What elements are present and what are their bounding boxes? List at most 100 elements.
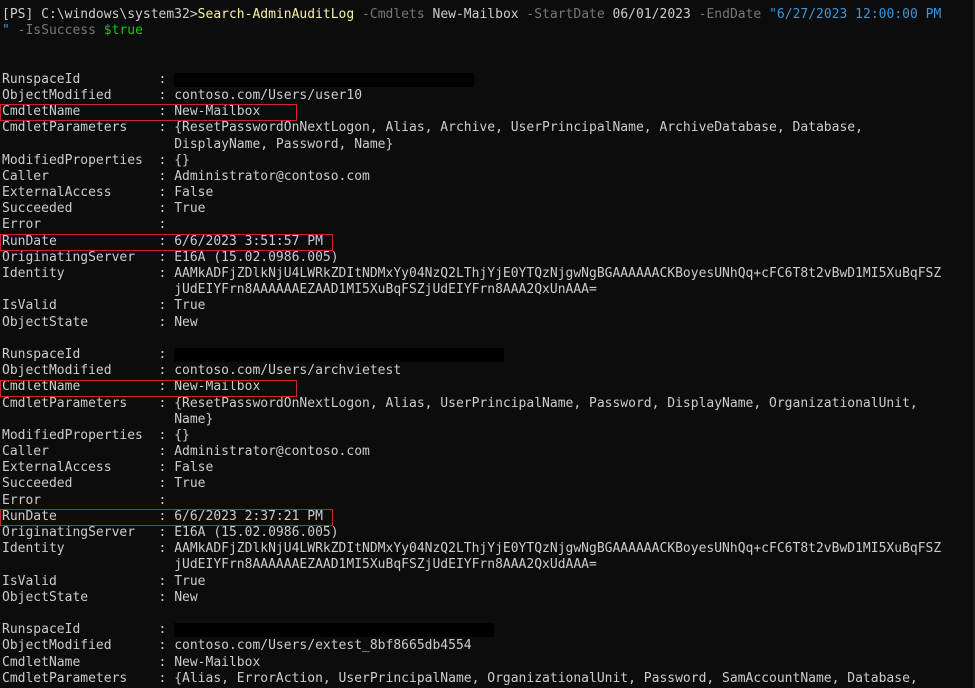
field-value: True (174, 201, 206, 217)
field-label: ObjectModified : (2, 638, 175, 654)
field-value: {ResetPasswordOnNextLogon, Alias, Archiv… (174, 120, 863, 136)
field-value: contoso.com/Users/extest_8bf8665db4554 (174, 638, 472, 654)
record-2-caller: Caller : Administrator@contoso.com (2, 444, 973, 460)
param-startdate: -StartDate (526, 7, 605, 22)
record-1-cmdletparameters: CmdletParameters : {ResetPasswordOnNextL… (2, 120, 973, 136)
field-label: CmdletName : (2, 379, 175, 395)
field-value: New (174, 589, 198, 605)
field-value: DisplayName, Password, Name} (174, 136, 394, 152)
field-label: CmdletParameters : (2, 670, 175, 686)
field-value: New-Mailbox (174, 379, 261, 395)
record-2-cmdletname: CmdletName : New-Mailbox (2, 379, 973, 395)
record-1-externalaccess: ExternalAccess : False (2, 185, 973, 201)
field-label: Caller : (2, 168, 175, 184)
field-label: IsValid : (2, 573, 175, 589)
field-value: Administrator@contoso.com (174, 168, 370, 184)
field-value: False (174, 185, 214, 201)
record-1-identity: Identity : AAMkADFjZDlkNjU4LWRkZDItNDMxY… (2, 266, 973, 282)
record-3-cmdletparameters: CmdletParameters : {Alias, ErrorAction, … (2, 671, 973, 687)
console-output: [PS] C:\windows\system32>Search-AdminAud… (2, 7, 973, 687)
field-value: AAMkADFjZDlkNjU4LWRkZDItNDMxYy04NzQ2LThj… (174, 266, 942, 281)
field-value: E16A (15.02.0986.005) (174, 249, 339, 265)
record-2-isvalid: IsValid : True (2, 574, 973, 590)
field-label: RunspaceId : (2, 346, 175, 362)
arg-enddate: "6/27/2023 12:00:00 PM (769, 7, 942, 22)
record-1-succeeded: Succeeded : True (2, 201, 973, 217)
field-label: Succeeded : (2, 201, 175, 217)
field-value: {} (174, 427, 190, 443)
record-1-modifiedproperties: ModifiedProperties : {} (2, 153, 973, 169)
field-label: ModifiedProperties : (2, 152, 175, 168)
record-2-objectstate: ObjectState : New (2, 590, 973, 606)
record-2-originatingserver: OriginatingServer : E16A (15.02.0986.005… (2, 525, 973, 541)
field-value: 6/6/2023 2:37:21 PM (174, 508, 323, 524)
field-value: Administrator@contoso.com (174, 444, 370, 460)
field-value: Name} (174, 411, 214, 427)
field-label: ExternalAccess : (2, 185, 175, 201)
field-label: Error : (2, 217, 175, 233)
arg-issuccess: $true (103, 23, 143, 39)
record-2-succeeded: Succeeded : True (2, 476, 973, 492)
redaction-bar (174, 347, 505, 362)
record-2-objectmodified: ObjectModified : contoso.com/Users/archv… (2, 363, 973, 379)
field-label: ObjectModified : (2, 87, 175, 103)
record-1-caller: Caller : Administrator@contoso.com (2, 169, 973, 185)
record-1-isvalid: IsValid : True (2, 298, 973, 314)
field-value: True (174, 476, 206, 492)
record-1-cmdletparameters-cont: DisplayName, Password, Name} (2, 137, 973, 153)
field-value: jUdEIYFrn8AAAAAAEZAAD1MI5XuBqFSZjUdEIYFr… (174, 282, 597, 298)
record-2-error: Error : (2, 493, 973, 509)
field-label: CmdletName : (2, 104, 175, 120)
record-2-cmdletparameters-cont: Name} (2, 412, 973, 428)
field-value: New-Mailbox (174, 104, 261, 120)
field-value: New (174, 314, 198, 330)
field-value: E16A (15.02.0986.005) (174, 525, 339, 540)
field-value: {ResetPasswordOnNextLogon, Alias, UserPr… (174, 395, 918, 411)
record-2-runspaceid: RunspaceId : (2, 347, 973, 363)
record-1-rundate: RunDate : 6/6/2023 3:51:57 PM (2, 234, 973, 250)
record-2-identity-cont: jUdEIYFrn8AAAAAAEZAAD1MI5XuBqFSZjUdEIYFr… (2, 557, 973, 573)
field-value: {} (174, 152, 190, 168)
powershell-console[interactable]: [PS] C:\windows\system32>Search-AdminAud… (0, 0, 975, 688)
field-value: 6/6/2023 3:51:57 PM (174, 233, 323, 249)
field-label: RunDate : (2, 508, 175, 524)
field-label: Identity : (2, 541, 175, 557)
param-enddate: -EndDate (698, 7, 762, 22)
field-value: New-Mailbox (174, 654, 261, 670)
record-1-objectstate: ObjectState : New (2, 315, 973, 331)
record-1-identity-cont: jUdEIYFrn8AAAAAAEZAAD1MI5XuBqFSZjUdEIYFr… (2, 282, 973, 298)
record-1-objectmodified: ObjectModified : contoso.com/Users/user1… (2, 88, 973, 104)
field-label: CmdletParameters : (2, 395, 175, 411)
param-cmdlets: -Cmdlets (362, 7, 425, 22)
field-label: Caller : (2, 444, 175, 460)
field-label: Error : (2, 492, 175, 508)
record-1-cmdletname: CmdletName : New-Mailbox (2, 104, 973, 120)
prompt-prefix: [PS] C:\windows\system32> (2, 7, 198, 22)
record-1-error: Error : (2, 217, 973, 233)
param-issuccess: -IsSuccess (17, 23, 96, 39)
record-3-runspaceid: RunspaceId : (2, 622, 973, 638)
command-line: [PS] C:\windows\system32>Search-AdminAud… (2, 7, 973, 23)
field-value: AAMkADFjZDlkNjU4LWRkZDItNDMxYy04NzQ2LThj… (174, 541, 942, 557)
record-2-modifiedproperties: ModifiedProperties : {} (2, 428, 973, 444)
cmdlet-name: Search-AdminAuditLog (197, 7, 355, 22)
record-2-cmdletparameters: CmdletParameters : {ResetPasswordOnNextL… (2, 396, 973, 412)
field-value: True (174, 298, 206, 314)
field-label: Succeeded : (2, 476, 175, 492)
field-label: ObjectState : (2, 589, 175, 605)
record-3-objectmodified: ObjectModified : contoso.com/Users/extes… (2, 638, 973, 654)
arg-enddate-close: " (2, 23, 10, 39)
field-value: contoso.com/Users/user10 (174, 87, 363, 103)
field-value: False (174, 460, 214, 476)
record-1-runspaceid: RunspaceId : (2, 72, 973, 88)
field-label: RunspaceId : (2, 622, 175, 638)
field-label: Identity : (2, 266, 175, 281)
redaction-bar (174, 72, 475, 87)
field-label: CmdletName : (2, 654, 175, 670)
arg-cmdlets: New-Mailbox (432, 7, 519, 22)
field-label: ObjectModified : (2, 363, 175, 379)
record-2-rundate: RunDate : 6/6/2023 2:37:21 PM (2, 509, 973, 525)
command-line-wrap: " -IsSuccess $true (2, 23, 973, 39)
redaction-bar (174, 623, 495, 638)
field-label: RunspaceId : (2, 71, 175, 87)
